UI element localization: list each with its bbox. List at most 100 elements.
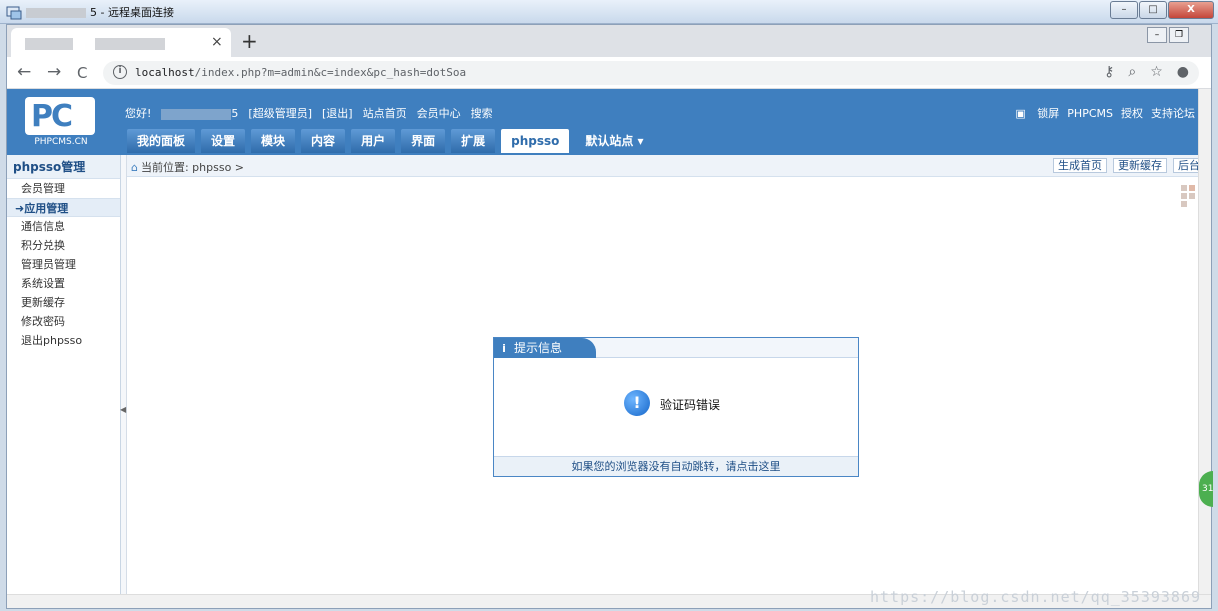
logo-text: PC [31, 99, 73, 134]
license-link[interactable]: 授权 [1121, 107, 1143, 120]
floating-badge[interactable]: 31 [1199, 471, 1213, 507]
nav-interface[interactable]: 界面 [401, 129, 446, 153]
left-sidebar: phpsso管理 会员管理 ➜应用管理 通信信息 积分兑换 管理员管理 系统设置… [7, 155, 121, 596]
nav-my-panel[interactable]: 我的面板 [127, 129, 196, 153]
sidebar-item-admins[interactable]: 管理员管理 [7, 255, 120, 274]
url-path: /index.php?m=admin&c=index&pc_hash=dotSo… [194, 66, 467, 79]
search-link[interactable]: 搜索 [471, 107, 493, 120]
generate-home-button[interactable]: 生成首页 [1053, 158, 1107, 173]
new-tab-button[interactable]: + [241, 29, 258, 53]
site-info-icon[interactable]: i [113, 65, 127, 79]
lock-screen-link[interactable]: ▣ 锁屏 [1015, 107, 1059, 120]
site-select-dropdown[interactable]: 默认站点 ▾ [575, 129, 653, 153]
browser-toolbar: ← → C i localhost/index.php?m=admin&c=in… [7, 57, 1211, 89]
redacted-host [26, 8, 86, 18]
exclamation-icon: ! [624, 390, 650, 416]
nav-extensions[interactable]: 扩展 [451, 129, 496, 153]
logo-brand: PHPCMS.CN [34, 137, 88, 147]
sidebar-collapse-handle[interactable]: ◀ [120, 155, 127, 596]
dialog-message: 验证码错误 [660, 398, 721, 412]
star-icon[interactable]: ☆ [1150, 64, 1163, 80]
dialog-title: i 提示信息 [494, 338, 596, 358]
logout-link[interactable]: [退出] [322, 107, 353, 120]
top-right-links: ▣ 锁屏 PHPCMS 授权 支持论坛 [1007, 105, 1195, 121]
phpcms-header: PC PHPCMS.CN 您好! 5 [超级管理员] [退出] 站点首页 会员中心 搜索 ▣… [7, 89, 1199, 155]
forward-button[interactable]: → [47, 62, 61, 82]
window-title: 5 - 远程桌面连接 [26, 4, 174, 20]
collapse-arrow-icon: ◀ [120, 405, 127, 414]
sidebar-item-exit-phpsso[interactable]: 退出phpsso [7, 331, 120, 350]
browser-tab[interactable]: × [11, 28, 231, 57]
sidebar-title: phpsso管理 [7, 155, 120, 179]
back-button[interactable]: ← [17, 62, 31, 82]
vertical-scrollbar[interactable] [1198, 89, 1211, 596]
inner-minimize-button[interactable]: – [1147, 27, 1167, 43]
home-icon: ⌂ [131, 161, 138, 174]
inner-window-controls: – ❐ [1147, 27, 1189, 43]
layout-toggle-icon[interactable] [1181, 185, 1197, 207]
sidebar-item-update-cache[interactable]: 更新缓存 [7, 293, 120, 312]
info-icon: i [502, 342, 506, 355]
browser-window: × + – ❐ ← → C i localhost/index.php?m=ad… [6, 24, 1213, 609]
dialog-body: ! 验证码错误 [494, 358, 858, 456]
username-suffix: 5 [231, 107, 239, 120]
omnibox-icons: ⚷ ⌕ ☆ ● [1104, 64, 1189, 80]
key-icon[interactable]: ⚷ [1104, 64, 1114, 80]
phpcms-logo[interactable]: PC PHPCMS.CN [21, 97, 101, 151]
sidebar-item-communication[interactable]: 通信信息 [7, 217, 120, 236]
url-host: localhost [135, 66, 195, 79]
nav-content[interactable]: 内容 [301, 129, 346, 153]
backend-button[interactable]: 后台 [1173, 158, 1199, 173]
zoom-icon[interactable]: ⌕ [1128, 64, 1136, 80]
update-cache-button[interactable]: 更新缓存 [1113, 158, 1167, 173]
address-bar[interactable]: i localhost/index.php?m=admin&c=index&pc… [103, 61, 1199, 85]
close-button[interactable]: X [1168, 1, 1214, 19]
watermark: https://blog.csdn.net/qq_35393869 [869, 588, 1201, 606]
restore-button[interactable]: □ [1139, 1, 1167, 19]
tab-strip: × + – ❐ [7, 25, 1211, 57]
sidebar-item-members[interactable]: 会员管理 [7, 179, 120, 198]
member-center-link[interactable]: 会员中心 [417, 107, 461, 120]
sidebar-item-label: 应用管理 [24, 202, 69, 215]
profile-icon[interactable]: ● [1177, 64, 1189, 80]
nav-phpsso[interactable]: phpsso [501, 129, 570, 153]
redacted-tab-title [25, 38, 73, 50]
breadcrumb-bar: ⌂ 当前位置: phpsso > 生成首页 更新缓存 后台 [127, 155, 1199, 177]
main-nav: 我的面板 设置 模块 内容 用户 界面 扩展 phpsso 默认站点 ▾ [127, 129, 654, 155]
inner-restore-button[interactable]: ❐ [1169, 27, 1189, 43]
redirect-link[interactable]: 如果您的浏览器没有自动跳转，请点击这里 [494, 456, 858, 476]
sidebar-item-system-settings[interactable]: 系统设置 [7, 274, 120, 293]
page-viewport: PC PHPCMS.CN 您好! 5 [超级管理员] [退出] 站点首页 会员中心 搜索 ▣… [7, 89, 1199, 596]
breadcrumb-text: 当前位置: phpsso > [140, 161, 245, 174]
site-home-link[interactable]: 站点首页 [363, 107, 407, 120]
tab-close-icon[interactable]: × [211, 34, 223, 50]
sidebar-item-apps[interactable]: ➜应用管理 [7, 198, 120, 217]
reload-button[interactable]: C [77, 64, 87, 82]
rdp-title-bar: 5 - 远程桌面连接 – □ X [0, 0, 1218, 24]
redacted-username [161, 108, 232, 120]
dialog-title-text: 提示信息 [514, 341, 563, 355]
nav-modules[interactable]: 模块 [251, 129, 296, 153]
top-links: 您好! 5 [超级管理员] [退出] 站点首页 会员中心 搜索 [125, 105, 503, 121]
greeting: 您好! [125, 107, 152, 120]
forum-link[interactable]: 支持论坛 [1151, 107, 1195, 120]
lock-screen-label: 锁屏 [1037, 107, 1060, 120]
remote-desktop-icon [6, 6, 22, 20]
logo-mark: PC [25, 97, 95, 135]
sidebar-item-credits[interactable]: 积分兑换 [7, 236, 120, 255]
user-role: [超级管理员] [248, 107, 313, 120]
sidebar-item-change-password[interactable]: 修改密码 [7, 312, 120, 331]
window-title-text: 5 - 远程桌面连接 [90, 6, 174, 19]
window-controls: – □ X [1110, 1, 1214, 19]
breadcrumb-actions: 生成首页 更新缓存 后台 [1053, 158, 1199, 173]
nav-users[interactable]: 用户 [351, 129, 396, 153]
nav-settings[interactable]: 设置 [201, 129, 246, 153]
minimize-button[interactable]: – [1110, 1, 1138, 19]
phpcms-link[interactable]: PHPCMS [1067, 107, 1113, 120]
url-text[interactable]: localhost/index.php?m=admin&c=index&pc_h… [135, 66, 466, 79]
redacted-tab-title [95, 38, 165, 50]
arrow-icon: ➜ [15, 202, 25, 215]
breadcrumb: ⌂ 当前位置: phpsso > [131, 159, 244, 175]
message-dialog: i 提示信息 ! 验证码错误 如果您的浏览器没有自动跳转，请点击这里 [493, 337, 859, 477]
dialog-header: i 提示信息 [494, 338, 858, 358]
